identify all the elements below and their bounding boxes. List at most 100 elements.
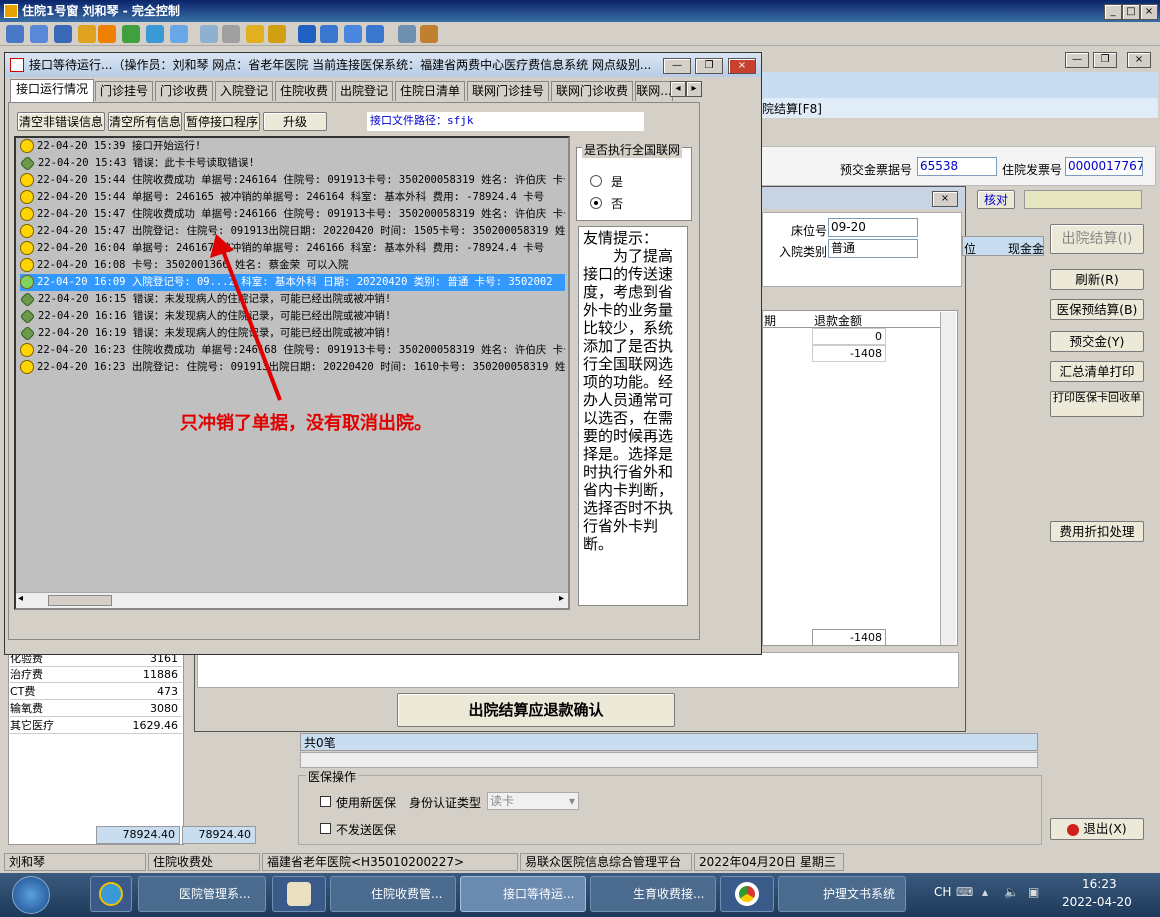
refund-vscroll[interactable] xyxy=(940,312,956,645)
toolbar-upload-icon[interactable] xyxy=(200,25,218,43)
toolbar-lock-icon[interactable] xyxy=(246,25,264,43)
refund-dialog-close-button[interactable]: × xyxy=(932,191,958,207)
deposit-button[interactable]: 预交金(Y) xyxy=(1050,331,1144,352)
id-type-select[interactable]: 读卡 ▾ xyxy=(487,792,579,810)
refund-footer: -1408 xyxy=(812,629,886,646)
log-row[interactable]: 22-04-20 15:43 错误：此卡卡号读取错误! xyxy=(20,155,565,172)
exit-button[interactable]: 退出(X) xyxy=(1050,818,1144,840)
no-send-insurance-checkbox[interactable] xyxy=(320,823,331,834)
volume-icon[interactable]: 🔈 xyxy=(1004,885,1019,899)
settlement-tab-label[interactable]: 院结算[F8] xyxy=(762,100,822,117)
toolbar-chat-icon[interactable] xyxy=(170,25,188,43)
toolbar-phone-icon[interactable] xyxy=(146,25,164,43)
lang-indicator[interactable]: CH xyxy=(934,885,951,899)
toolbar-tools-icon[interactable] xyxy=(420,25,438,43)
bg-close-button[interactable]: × xyxy=(1127,52,1151,68)
discount-button[interactable]: 费用折扣处理 xyxy=(1050,521,1144,542)
bg-hscroll[interactable] xyxy=(300,752,1038,768)
toolbar-check-icon[interactable] xyxy=(122,25,140,43)
bg-minimize-button[interactable]: — xyxy=(1065,52,1089,68)
annotation-arrow xyxy=(210,234,282,401)
tab-scroll-left-icon[interactable]: ◂ xyxy=(670,81,686,97)
insurance-presettle-button[interactable]: 医保预结算(B) xyxy=(1050,299,1144,320)
confirm-refund-button[interactable]: 出院结算应退款确认 xyxy=(397,693,675,727)
radio-yes[interactable] xyxy=(590,175,602,187)
toolbar-settings-icon[interactable] xyxy=(398,25,416,43)
bed-label: 床位号 xyxy=(791,224,828,238)
tab-net-outpatient-register[interactable]: 联网门诊挂号 xyxy=(467,81,549,101)
scroll-left-icon[interactable]: ◂ xyxy=(18,593,23,604)
tab-net-more[interactable]: 联网... xyxy=(635,81,673,101)
toolbar-power-icon[interactable] xyxy=(98,25,116,43)
tab-admission[interactable]: 入院登记 xyxy=(215,81,273,101)
bg-restore-button[interactable]: ❐ xyxy=(1093,52,1117,68)
refresh-button[interactable]: 刷新(R) xyxy=(1050,269,1144,290)
pause-interface-button[interactable]: 暂停接口程序 xyxy=(184,112,260,131)
toolbar-unlock-icon[interactable] xyxy=(268,25,286,43)
interface-restore-button[interactable]: ❐ xyxy=(695,58,723,74)
main-maximize-button[interactable]: □ xyxy=(1122,4,1140,20)
bed-field[interactable]: 09-20 xyxy=(828,218,918,237)
radio-no[interactable] xyxy=(590,197,602,209)
scroll-right-icon[interactable]: ▸ xyxy=(559,593,564,604)
toolbar-console-icon[interactable] xyxy=(54,25,72,43)
log-row[interactable]: 22-04-20 15:44 单据号: 246165 被冲销的单据号: 2461… xyxy=(20,189,565,206)
toolbar-monitor-icon[interactable] xyxy=(6,25,24,43)
error-icon xyxy=(20,155,36,171)
chrome-icon[interactable] xyxy=(720,876,774,912)
taskbar-item-interface[interactable]: 接口等待运... xyxy=(460,876,586,912)
discharge-settle-button[interactable]: 出院结算(I) xyxy=(1050,224,1144,254)
invoice-no-field[interactable]: 0000017767 xyxy=(1065,157,1143,176)
smiley-icon xyxy=(20,343,34,357)
main-close-button[interactable]: × xyxy=(1140,4,1158,20)
network-icon[interactable]: ▣ xyxy=(1028,885,1039,899)
keyboard-icon[interactable]: ⌨ xyxy=(956,885,973,899)
interface-close-button[interactable]: × xyxy=(728,58,756,74)
admission-type-field[interactable]: 普通 xyxy=(828,239,918,258)
tab-outpatient-fee[interactable]: 门诊收费 xyxy=(155,81,213,101)
tab-daily-list[interactable]: 住院日清单 xyxy=(395,81,465,101)
interface-minimize-button[interactable]: — xyxy=(663,58,691,74)
toolbar-screen-icon[interactable] xyxy=(30,25,48,43)
start-button[interactable] xyxy=(12,876,50,914)
clock-date[interactable]: 2022-04-20 xyxy=(1062,895,1132,909)
use-new-insurance-checkbox[interactable] xyxy=(320,796,331,807)
taskbar-item-hospital[interactable]: 医院管理系... xyxy=(138,876,266,912)
main-minimize-button[interactable]: _ xyxy=(1104,4,1122,20)
tab-outpatient-register[interactable]: 门诊挂号 xyxy=(95,81,153,101)
toolbar-fit-icon[interactable] xyxy=(320,25,338,43)
log-row[interactable]: 22-04-20 15:47 住院收费成功 单据号:246166 住院号: 09… xyxy=(20,206,565,223)
upgrade-button[interactable]: 升级 xyxy=(263,112,327,131)
toolbar-fullscreen-icon[interactable] xyxy=(344,25,362,43)
main-titlebar: 住院1号窗 刘和琴 - 完全控制 xyxy=(0,0,1160,22)
log-row[interactable]: 22-04-20 15:39 接口开始运行! xyxy=(20,138,565,155)
toolbar-network-icon[interactable] xyxy=(222,25,240,43)
print-card-receipt-button[interactable]: 打印医保卡回收单 xyxy=(1050,391,1144,417)
log-row[interactable]: 22-04-20 15:44 住院收费成功 单据号:246164 住院号: 09… xyxy=(20,172,565,189)
verify-button[interactable]: 核对 xyxy=(977,190,1015,209)
summary-print-button[interactable]: 汇总清单打印 xyxy=(1050,361,1144,382)
toolbar-transfer-icon[interactable] xyxy=(78,25,96,43)
taskbar-item-inpatient-fee[interactable]: 住院收费管... xyxy=(330,876,456,912)
clock-time[interactable]: 16:23 xyxy=(1082,877,1117,891)
tray-up-icon[interactable]: ▴ xyxy=(982,885,988,899)
taskbar-item-maternity[interactable]: 生育收费接... xyxy=(590,876,716,912)
col-refund-header: 退款金额 xyxy=(814,314,863,328)
taskbar-app-icon[interactable] xyxy=(272,876,326,912)
taskbar-item-nursing[interactable]: 护理文书系统 xyxy=(778,876,906,912)
clear-nonerror-button[interactable]: 清空非错误信息 xyxy=(17,112,105,131)
tab-net-outpatient-fee[interactable]: 联网门诊收费 xyxy=(551,81,633,101)
clear-all-button[interactable]: 清空所有信息 xyxy=(108,112,182,131)
deposit-no-field[interactable]: 65538 xyxy=(917,157,997,176)
ie-icon[interactable] xyxy=(90,876,132,912)
log-text: 22-04-20 16:08 卡号: 3502001366 姓名: 蔡金荣 可以… xyxy=(37,259,349,271)
toolbar-window-icon[interactable] xyxy=(298,25,316,43)
tab-scroll-right-icon[interactable]: ▸ xyxy=(686,81,702,97)
toolbar-scale-icon[interactable] xyxy=(366,25,384,43)
tab-interface-status[interactable]: 接口运行情况 xyxy=(10,79,94,102)
tab-discharge[interactable]: 出院登记 xyxy=(335,81,393,101)
scroll-thumb[interactable] xyxy=(48,595,112,606)
tab-inpatient-fee[interactable]: 住院收费 xyxy=(275,81,333,101)
chevron-down-icon: ▾ xyxy=(568,794,575,808)
log-hscroll[interactable]: ◂ ▸ xyxy=(16,592,568,608)
